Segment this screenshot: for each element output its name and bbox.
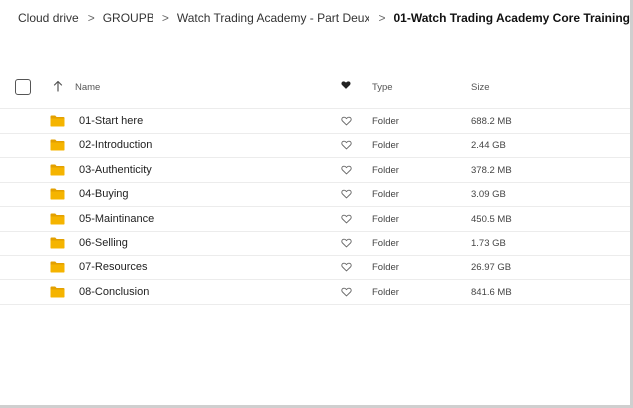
file-type: Folder — [372, 189, 399, 201]
file-name[interactable]: 07-Resources — [79, 261, 147, 273]
file-name[interactable]: 08-Conclusion — [79, 286, 149, 298]
table-row[interactable]: 07-Resources Folder 26.97 GB — [0, 255, 630, 279]
folder-icon — [50, 286, 65, 298]
table-row[interactable]: 02-Introduction Folder 2.44 GB — [0, 133, 630, 157]
file-type: Folder — [372, 164, 399, 176]
file-name[interactable]: 01-Start here — [79, 115, 143, 127]
column-header-type[interactable]: Type — [372, 82, 393, 93]
file-size: 378.2 MB — [471, 164, 512, 176]
table-row[interactable]: 04-Buying Folder 3.09 GB — [0, 182, 630, 206]
folder-icon — [50, 213, 65, 225]
breadcrumb: Cloud drive > GROUPBUY > Watch Trading A… — [18, 10, 630, 26]
file-name[interactable]: 05-Maintinance — [79, 213, 154, 225]
file-name[interactable]: 03-Authenticity — [79, 164, 152, 176]
folder-icon — [50, 164, 65, 176]
file-name[interactable]: 04-Buying — [79, 188, 129, 200]
breadcrumb-separator: > — [161, 11, 169, 25]
heart-icon[interactable] — [341, 287, 352, 297]
heart-icon[interactable] — [341, 214, 352, 224]
table-row[interactable]: 06-Selling Folder 1.73 GB — [0, 231, 630, 255]
file-size: 2.44 GB — [471, 140, 506, 152]
folder-icon — [50, 261, 65, 273]
file-name[interactable]: 02-Introduction — [79, 139, 152, 151]
file-type: Folder — [372, 140, 399, 152]
file-size: 450.5 MB — [471, 213, 512, 225]
heart-icon[interactable] — [341, 140, 352, 150]
breadcrumb-item-groupbuy[interactable]: GROUPBUY — [103, 11, 153, 25]
file-type: Folder — [372, 286, 399, 298]
breadcrumb-item-cloud-drive[interactable]: Cloud drive — [18, 11, 79, 25]
row-divider — [0, 303, 630, 305]
file-list-header: Name Type Size — [0, 76, 630, 100]
heart-filled-icon[interactable] — [341, 80, 351, 90]
heart-icon[interactable] — [341, 189, 352, 199]
folder-icon — [50, 139, 65, 151]
file-browser: Cloud drive > GROUPBUY > Watch Trading A… — [0, 0, 633, 408]
file-type: Folder — [372, 116, 399, 127]
table-row[interactable]: 08-Conclusion Folder 841.6 MB — [0, 280, 630, 304]
column-header-size[interactable]: Size — [471, 82, 489, 93]
heart-icon[interactable] — [341, 116, 352, 126]
select-all-checkbox[interactable] — [15, 79, 31, 95]
column-header-name[interactable]: Name — [75, 82, 100, 93]
arrow-up-icon[interactable] — [53, 80, 63, 92]
file-name[interactable]: 06-Selling — [79, 237, 128, 249]
heart-icon[interactable] — [341, 238, 352, 248]
file-size: 1.73 GB — [471, 238, 506, 249]
file-type: Folder — [372, 213, 399, 225]
folder-icon — [50, 188, 65, 200]
table-row[interactable]: 01-Start here Folder 688.2 MB — [0, 109, 630, 133]
folder-icon — [50, 115, 65, 127]
file-type: Folder — [372, 262, 399, 274]
heart-icon[interactable] — [341, 262, 352, 272]
breadcrumb-item-watch-trading-academy[interactable]: Watch Trading Academy - Part Deux Advanc… — [177, 11, 370, 25]
table-row[interactable]: 03-Authenticity Folder 378.2 MB — [0, 158, 630, 182]
file-size: 3.09 GB — [471, 189, 506, 201]
breadcrumb-separator: > — [378, 11, 386, 25]
table-row[interactable]: 05-Maintinance Folder 450.5 MB — [0, 207, 630, 231]
file-type: Folder — [372, 238, 399, 249]
heart-icon[interactable] — [341, 165, 352, 175]
file-size: 841.6 MB — [471, 286, 512, 298]
file-size: 26.97 GB — [471, 262, 512, 274]
breadcrumb-item-current: 01-Watch Trading Academy Core Training — [393, 11, 631, 25]
breadcrumb-separator: > — [87, 11, 95, 25]
file-size: 688.2 MB — [471, 116, 512, 127]
folder-icon — [50, 237, 65, 249]
